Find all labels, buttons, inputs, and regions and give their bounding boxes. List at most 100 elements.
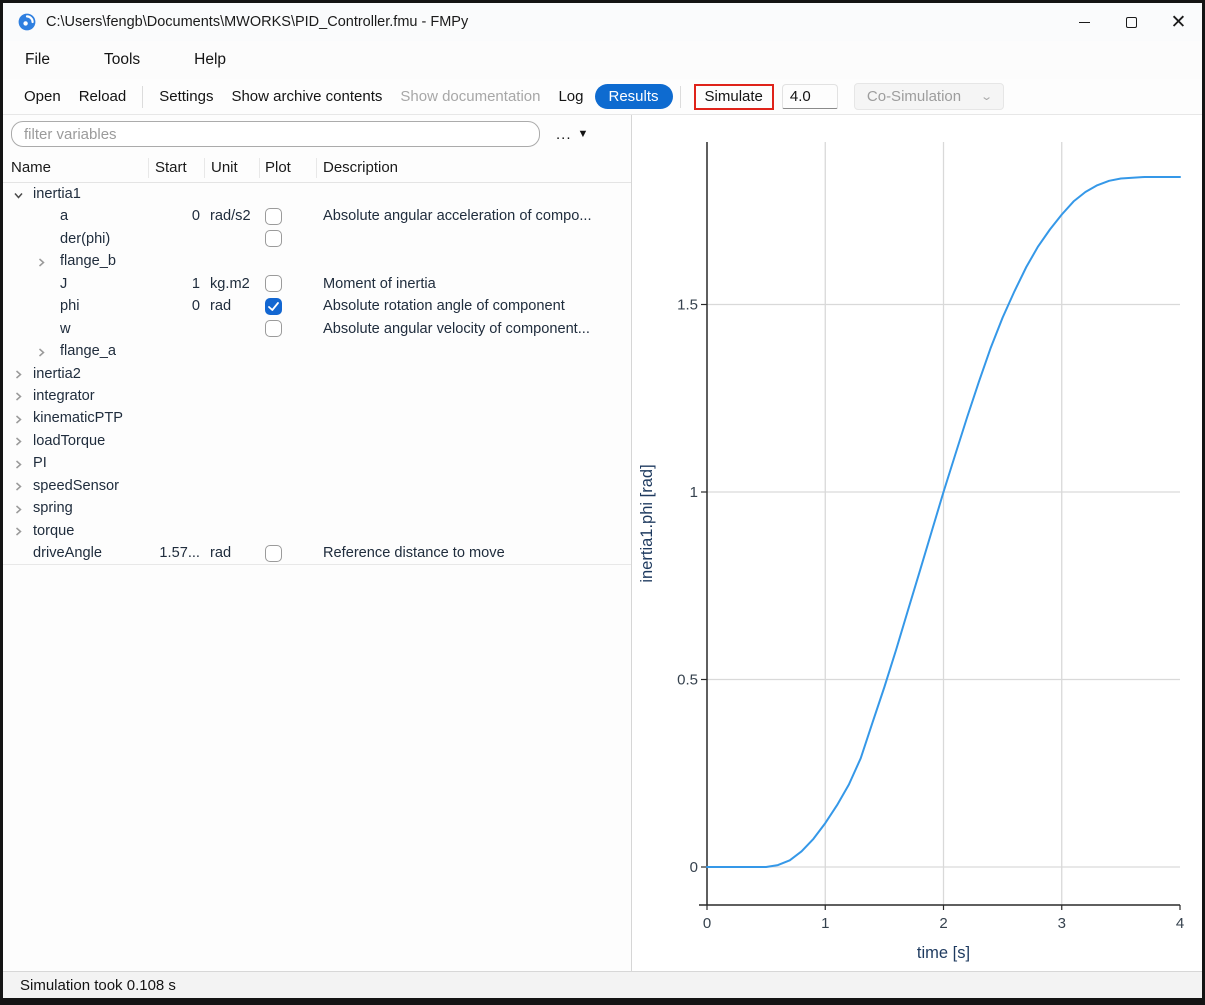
tree-expand-icon[interactable]	[13, 413, 24, 424]
table-row[interactable]: flange_b	[3, 250, 631, 272]
unit-value: rad/s2	[210, 205, 251, 227]
tree-expand-icon[interactable]	[13, 458, 24, 469]
settings-button[interactable]: Settings	[150, 84, 222, 109]
minimize-button[interactable]	[1061, 3, 1108, 41]
maximize-icon	[1126, 17, 1137, 28]
start-value: 1	[153, 273, 200, 295]
table-row[interactable]: driveAngle1.57...radReference distance t…	[3, 542, 631, 564]
table-row[interactable]: inertia1	[3, 183, 631, 205]
unit-value: kg.m2	[210, 273, 250, 295]
status-text: Simulation took 0.108 s	[20, 977, 176, 994]
show-archive-contents-button[interactable]: Show archive contents	[222, 84, 391, 109]
tree-expand-icon[interactable]	[13, 390, 24, 401]
description-value: Absolute angular velocity of component..…	[323, 318, 590, 340]
menu-tools[interactable]: Tools	[90, 45, 154, 75]
variable-name: J	[60, 273, 67, 295]
table-row[interactable]: inertia2	[3, 363, 631, 385]
minimize-icon	[1079, 22, 1090, 23]
tree-expand-icon[interactable]	[13, 480, 24, 491]
variable-name: speedSensor	[33, 475, 119, 497]
plot-checkbox[interactable]	[265, 208, 282, 225]
tree-expand-icon[interactable]	[13, 435, 24, 446]
column-header-start[interactable]: Start	[155, 159, 187, 176]
variable-name: spring	[33, 497, 73, 519]
variable-name: PI	[33, 452, 47, 474]
filter-row: ... ▼	[3, 115, 631, 153]
plot-checkbox[interactable]	[265, 320, 282, 337]
variable-name: phi	[60, 295, 79, 317]
show-documentation-button: Show documentation	[391, 84, 549, 109]
description-value: Absolute rotation angle of component	[323, 295, 565, 317]
table-row[interactable]: spring	[3, 497, 631, 519]
x-tick-label: 0	[703, 915, 711, 932]
column-header-name[interactable]: Name	[11, 159, 51, 176]
open-button[interactable]: Open	[15, 84, 70, 109]
tree-expand-icon[interactable]	[36, 256, 47, 267]
interface-type-select: Co-Simulation ⌄	[854, 83, 1004, 110]
x-axis-title: time [s]	[917, 944, 970, 962]
simulate-highlight-box: Simulate	[694, 84, 774, 110]
result-chart: 0123400.511.5time [s]inertia1.phi [rad]	[632, 115, 1202, 971]
table-row[interactable]: PI	[3, 452, 631, 474]
column-header-plot[interactable]: Plot	[265, 159, 291, 176]
variable-name: der(phi)	[60, 228, 110, 250]
interface-type-value: Co-Simulation	[867, 88, 961, 105]
table-row[interactable]: a0rad/s2Absolute angular acceleration of…	[3, 205, 631, 227]
plot-checkbox[interactable]	[265, 230, 282, 247]
filter-variables-input[interactable]	[11, 121, 540, 147]
simulate-button[interactable]: Simulate	[703, 86, 765, 107]
column-header-unit[interactable]: Unit	[211, 159, 238, 176]
menu-help[interactable]: Help	[180, 45, 240, 75]
chevron-down-icon: ⌄	[980, 90, 993, 103]
plot-checkbox[interactable]	[265, 545, 282, 562]
table-row[interactable]: loadTorque	[3, 430, 631, 452]
variable-name: w	[60, 318, 71, 340]
y-tick-label: 0	[690, 859, 698, 876]
column-header-description[interactable]: Description	[323, 159, 398, 176]
y-tick-label: 1	[690, 484, 698, 501]
table-row[interactable]: w Absolute angular velocity of component.…	[3, 318, 631, 340]
table-row[interactable]: torque	[3, 520, 631, 542]
start-value: 0	[153, 295, 200, 317]
variable-name: inertia2	[33, 363, 81, 385]
plot-checkbox[interactable]	[265, 275, 282, 292]
maximize-button[interactable]	[1108, 3, 1155, 41]
tree-expand-icon[interactable]	[36, 346, 47, 357]
reload-button[interactable]: Reload	[70, 84, 136, 109]
filter-options-button[interactable]: ...	[556, 126, 572, 143]
table-row[interactable]: phi 0 rad Absolute rotation angle of compon…	[3, 295, 631, 317]
x-tick-label: 1	[821, 915, 829, 932]
app-icon	[18, 13, 36, 31]
menu-file[interactable]: File	[11, 45, 64, 75]
tree-expand-icon[interactable]	[13, 503, 24, 514]
app-window: C:\Users\fengb\Documents\MWORKS\PID_Cont…	[0, 0, 1205, 1005]
table-row[interactable]: flange_a	[3, 340, 631, 362]
table-row[interactable]: der(phi)	[3, 228, 631, 250]
log-tab-button[interactable]: Log	[549, 84, 592, 109]
close-icon: ✕	[1171, 13, 1187, 32]
plot-checkbox[interactable]	[265, 298, 282, 315]
column-separator	[204, 158, 205, 178]
unit-value: rad	[210, 295, 231, 317]
variable-name: loadTorque	[33, 430, 105, 452]
table-row[interactable]: integrator	[3, 385, 631, 407]
tree-collapse-icon[interactable]	[13, 189, 24, 200]
variable-name: flange_a	[60, 340, 116, 362]
unit-value: rad	[210, 542, 231, 564]
results-tab-button[interactable]: Results	[595, 84, 673, 109]
stop-time-input[interactable]	[782, 84, 838, 109]
toolbar: Open Reload Settings Show archive conten…	[3, 79, 1202, 115]
filter-dropdown-arrow-icon[interactable]: ▼	[578, 128, 589, 140]
tree-expand-icon[interactable]	[13, 525, 24, 536]
x-tick-label: 3	[1058, 915, 1066, 932]
main-area: ... ▼ Name Start Unit Plot Description i…	[3, 115, 1202, 971]
close-button[interactable]: ✕	[1155, 3, 1202, 41]
table-row[interactable]: kinematicPTP	[3, 407, 631, 429]
table-row[interactable]: speedSensor	[3, 475, 631, 497]
variable-name: a	[60, 205, 68, 227]
tree-expand-icon[interactable]	[13, 368, 24, 379]
variable-name: integrator	[33, 385, 95, 407]
column-separator	[316, 158, 317, 178]
variables-panel: ... ▼ Name Start Unit Plot Description i…	[3, 115, 632, 971]
table-row[interactable]: J1kg.m2Moment of inertia	[3, 273, 631, 295]
